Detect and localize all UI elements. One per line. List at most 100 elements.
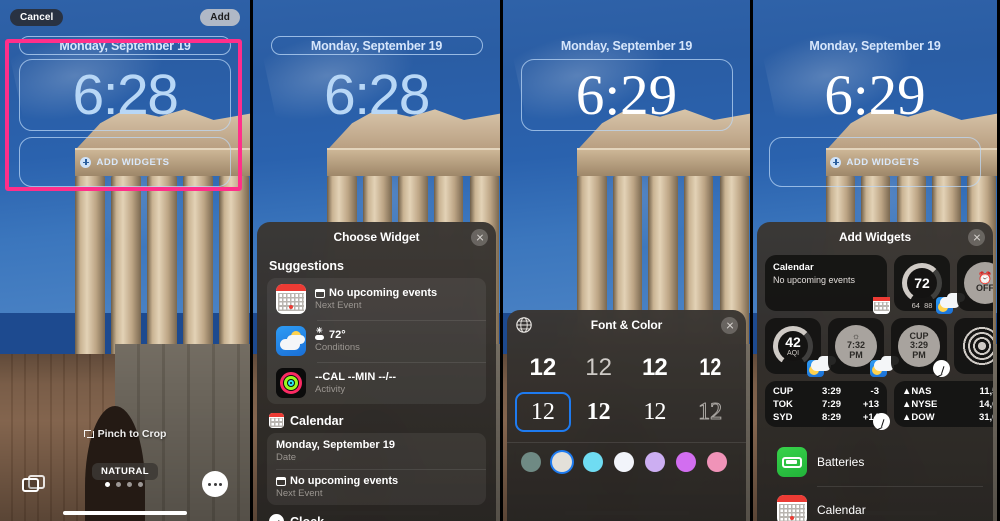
cancel-button[interactable]: Cancel xyxy=(10,8,64,26)
calendar-glyph-icon xyxy=(314,288,326,298)
app-list-item-calendar[interactable]: Calendar xyxy=(767,486,983,521)
lock-screen-preview: Monday, September 19 6:29 xyxy=(503,36,750,131)
app-list-item-batteries[interactable]: Batteries xyxy=(767,438,983,486)
gauge-unit: AQI xyxy=(786,350,800,357)
widget-option-row[interactable]: Monday, September 19 Date xyxy=(267,433,486,469)
add-button[interactable]: Add xyxy=(200,8,240,26)
temperature-gauge: 72 xyxy=(902,263,942,303)
widget-option-row[interactable]: No upcoming events Next Event xyxy=(267,278,486,320)
pinch-to-crop-hint: Pinch to Crop xyxy=(0,428,250,440)
widget-tile-calendar[interactable]: Calendar No upcoming events xyxy=(765,255,890,314)
clock-app-icon xyxy=(933,360,950,377)
widget-tile-stocks[interactable]: ▲NAS 11,535 ▲NYSE 14,674 ▲DOW 31,020 xyxy=(894,381,993,427)
columns xyxy=(75,175,250,365)
section-heading-suggestions: Suggestions xyxy=(269,259,345,273)
font-option-sans-light[interactable]: 12 xyxy=(571,348,627,388)
close-icon[interactable] xyxy=(968,229,985,246)
app-name: Batteries xyxy=(817,455,865,469)
font-option-sans-bold[interactable]: 12 xyxy=(515,348,571,388)
world-clock-row: CUP 3:29 -3 xyxy=(773,386,879,399)
sheet-title: Font & Color xyxy=(590,318,663,332)
font-option-serif-narrow[interactable]: 12 xyxy=(627,392,683,432)
activity-target xyxy=(961,325,993,367)
calendar-app-icon xyxy=(777,495,807,521)
city-time: 7:29 xyxy=(821,398,841,410)
clock-app-icon xyxy=(873,413,890,430)
close-icon[interactable] xyxy=(471,229,488,246)
color-swatch-pink[interactable] xyxy=(707,452,727,472)
widget-tile-air-quality[interactable]: 42 AQI xyxy=(765,318,831,377)
widget-option-row[interactable]: --CAL --MIN --/-- Activity xyxy=(267,362,486,404)
gauge-value: 42 xyxy=(785,334,801,350)
crop-icon xyxy=(83,429,94,439)
globe-icon[interactable] xyxy=(515,316,533,334)
widget-option-subtitle: Next Event xyxy=(315,300,362,311)
time-text: 6:29 xyxy=(824,63,926,127)
stock-value: 14,674 xyxy=(978,398,993,410)
font-option-serif-outline[interactable]: 12 xyxy=(682,392,738,432)
color-swatch-lavender[interactable] xyxy=(645,452,665,472)
color-swatch-strip xyxy=(507,442,746,481)
widget-tile-activity-rings[interactable] xyxy=(954,318,993,374)
tile-title: Calendar xyxy=(773,262,814,273)
font-option-sans-medium[interactable]: 12 xyxy=(627,348,683,388)
sheet-header: Choose Widget xyxy=(257,222,496,252)
widget-option-row[interactable]: No upcoming events Next Event xyxy=(267,469,486,505)
font-option-serif-bold[interactable]: 12 xyxy=(571,392,627,432)
font-options-grid: 12 12 12 12 12 12 12 12 xyxy=(507,340,746,442)
time-widget[interactable]: 6:29 xyxy=(769,59,981,131)
screenshot-strip: Cancel Add Monday, September 19 6:28 ADD… xyxy=(0,0,1000,521)
city-offset: -3 xyxy=(870,386,879,397)
city-clock-disc: CUP 3:29 PM xyxy=(898,325,940,367)
gauge-value: 72 xyxy=(914,275,930,291)
batteries-app-icon xyxy=(777,447,807,477)
choose-widget-sheet: Choose Widget Suggestions No upcoming ev… xyxy=(257,222,496,521)
color-swatch-cream[interactable] xyxy=(552,452,572,472)
date-widget[interactable]: Monday, September 19 xyxy=(521,36,733,55)
font-and-color-sheet: Font & Color 12 12 12 12 12 12 12 12 xyxy=(507,310,746,521)
panel-font-color: Monday, September 19 6:29 Font & Color 1… xyxy=(500,0,750,521)
widget-tile-city-clock[interactable]: CUP 3:29 PM xyxy=(891,318,950,377)
font-option-sans-condensed[interactable]: 12 xyxy=(682,348,738,388)
date-widget[interactable]: Monday, September 19 xyxy=(769,36,981,55)
weather-app-icon xyxy=(807,360,831,377)
section-heading-calendar: Calendar xyxy=(257,404,496,433)
selection-highlight xyxy=(5,39,242,191)
calendar-app-icon xyxy=(269,413,284,428)
aqi-gauge: 42 AQI xyxy=(773,326,813,366)
photos-library-icon[interactable] xyxy=(22,474,46,494)
time-text: 6:29 xyxy=(575,63,678,127)
widget-tile-world-clock[interactable]: CUP 3:29 -3 TOK 7:29 +13 SYD 8:29 +14 xyxy=(765,381,890,430)
editor-bottom-bar xyxy=(0,469,250,499)
stock-symbol: ▲NAS xyxy=(902,386,932,397)
stocks-row: ▲NAS 11,535 xyxy=(902,386,993,399)
stock-value: 11,535 xyxy=(979,386,993,397)
widget-option-title: 72° xyxy=(315,327,360,341)
style-page-dots[interactable] xyxy=(105,481,143,487)
time-widget[interactable]: 6:28 xyxy=(271,59,483,131)
widget-tile-weather-temp[interactable]: 72 64 88 xyxy=(894,255,960,314)
widget-tile-alarm[interactable]: ⏰ OFF xyxy=(957,255,993,311)
widget-tile-sunset[interactable]: ☼ 7:32 PM xyxy=(828,318,894,377)
widget-option-subtitle: Conditions xyxy=(315,342,360,353)
more-options-button[interactable] xyxy=(202,471,228,497)
clock-app-icon xyxy=(269,514,284,521)
widget-option-row[interactable]: 72° Conditions xyxy=(267,320,486,362)
date-widget[interactable]: Monday, September 19 xyxy=(270,36,483,55)
add-widgets-slot[interactable]: ADD WIDGETS xyxy=(769,137,981,187)
widget-option-title: No upcoming events xyxy=(314,287,437,299)
color-swatch-white[interactable] xyxy=(614,452,634,472)
color-swatch-gradient[interactable] xyxy=(521,452,541,472)
plus-circle-icon xyxy=(830,156,842,168)
stock-symbol: ▲NYSE xyxy=(902,398,938,410)
close-icon[interactable] xyxy=(721,317,738,334)
lock-screen-preview: Monday, September 19 6:28 xyxy=(253,36,500,131)
font-option-serif-regular[interactable]: 12 xyxy=(515,392,571,432)
gallery-row: CUP 3:29 -3 TOK 7:29 +13 SYD 8:29 +14 ▲N… xyxy=(765,381,993,430)
color-swatch-cyan[interactable] xyxy=(583,452,603,472)
time-widget[interactable]: 6:29 xyxy=(520,59,733,131)
panel-choose-widget: Monday, September 19 6:28 Choose Widget … xyxy=(250,0,500,521)
app-list: Batteries Calendar xyxy=(757,434,993,521)
stocks-row: ▲NYSE 14,674 xyxy=(902,399,993,412)
color-swatch-magenta[interactable] xyxy=(676,452,696,472)
